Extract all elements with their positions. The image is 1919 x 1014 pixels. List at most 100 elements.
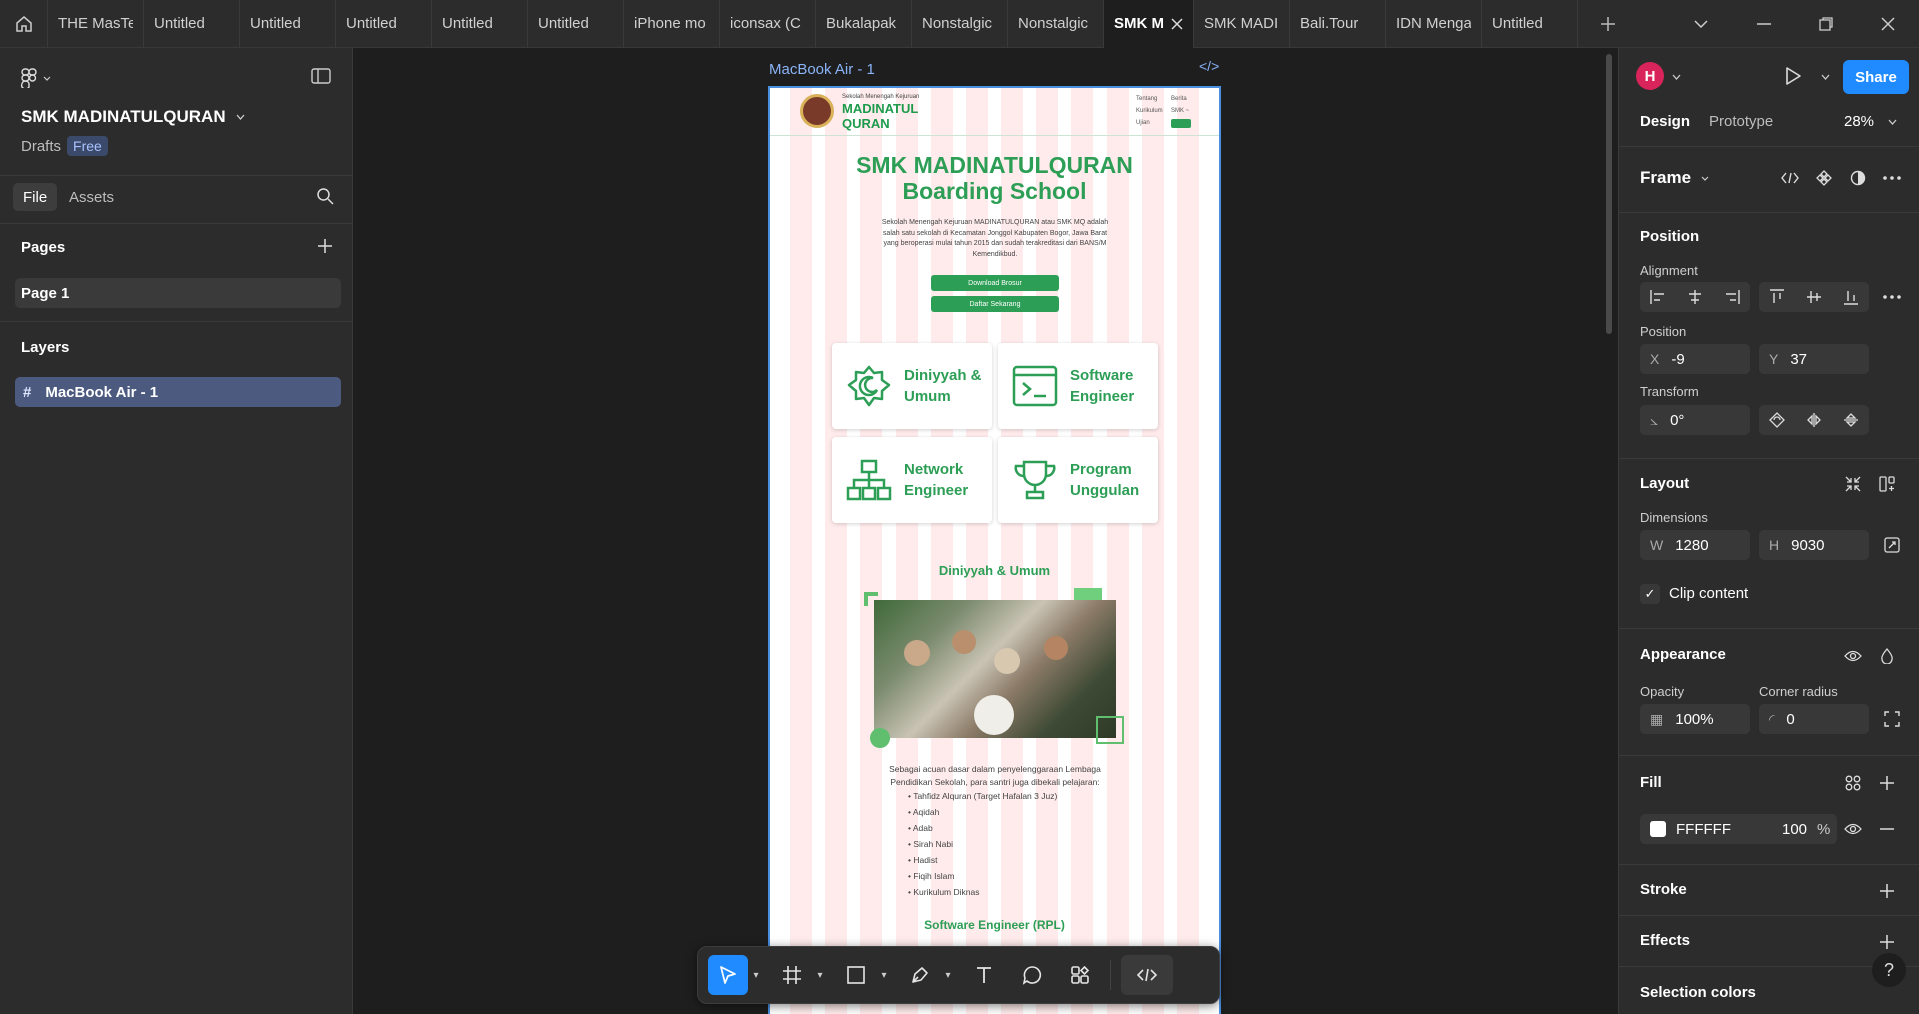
more-options-button[interactable] xyxy=(1878,164,1906,192)
shape-tool-button[interactable] xyxy=(836,955,876,995)
align-center-icon[interactable] xyxy=(1687,290,1703,304)
chevron-down-icon[interactable]: ▾ xyxy=(876,955,892,995)
restore-button[interactable] xyxy=(1795,0,1857,48)
corner-radius-input[interactable]: ◜ 0 xyxy=(1759,704,1869,734)
actions-tool-button[interactable] xyxy=(1060,955,1100,995)
y-position-input[interactable]: Y 37 xyxy=(1759,344,1869,374)
chevron-down-icon[interactable]: ▾ xyxy=(748,955,764,995)
divider xyxy=(1619,458,1919,459)
tab-file-9[interactable]: Nonstalgic xyxy=(912,0,1008,48)
toggle-sidebar-button[interactable] xyxy=(311,68,331,84)
color-swatch[interactable] xyxy=(1650,821,1666,837)
mask-button[interactable] xyxy=(1844,164,1872,192)
main-menu-button[interactable] xyxy=(21,68,51,88)
tab-file-10[interactable]: Nonstalgic xyxy=(1008,0,1104,48)
tab-file-12[interactable]: SMK MADI xyxy=(1194,0,1290,48)
add-page-button[interactable] xyxy=(317,238,333,254)
align-right-icon[interactable] xyxy=(1724,290,1740,304)
component-button[interactable] xyxy=(1810,164,1838,192)
tab-file-8[interactable]: Bukalapak xyxy=(816,0,912,48)
tab-file-14[interactable]: IDN Menga xyxy=(1386,0,1482,48)
tab-file-7[interactable]: iconsax (C xyxy=(720,0,816,48)
frame-type-dropdown[interactable]: Frame xyxy=(1640,168,1709,188)
tab-prototype[interactable]: Prototype xyxy=(1709,113,1773,130)
chevron-down-icon[interactable] xyxy=(1672,74,1681,80)
add-stroke-button[interactable] xyxy=(1873,877,1901,905)
collapse-layout-button[interactable] xyxy=(1839,470,1867,498)
avatar[interactable]: H xyxy=(1636,62,1664,90)
frame-macbook-air[interactable]: Sekolah Menengah Kejuruan MADINATUL QURA… xyxy=(768,86,1221,1014)
present-button[interactable] xyxy=(1784,66,1802,86)
project-title-button[interactable]: SMK MADINATULQURAN xyxy=(21,107,245,127)
rotation-input[interactable]: ⦣ 0° xyxy=(1640,405,1750,435)
independent-corners-button[interactable] xyxy=(1878,705,1906,733)
toggle-visibility-button[interactable] xyxy=(1839,642,1867,670)
frame-tool-button[interactable] xyxy=(772,955,812,995)
flip-vertical-icon[interactable] xyxy=(1843,412,1859,428)
tab-file-6[interactable]: iPhone mo xyxy=(624,0,720,48)
zoom-control[interactable]: 28% xyxy=(1844,113,1897,130)
comment-tool-button[interactable] xyxy=(1012,955,1052,995)
share-button[interactable]: Share xyxy=(1843,60,1909,94)
help-button[interactable]: ? xyxy=(1872,953,1906,987)
code-view-button[interactable] xyxy=(1776,164,1804,192)
chevron-down-icon[interactable] xyxy=(1821,74,1830,80)
tab-file-4[interactable]: Untitled xyxy=(432,0,528,48)
tab-overflow-button[interactable] xyxy=(1670,0,1732,48)
search-layers-button[interactable] xyxy=(316,187,334,205)
chevron-down-icon[interactable]: ▾ xyxy=(812,955,828,995)
more-alignment-button[interactable] xyxy=(1878,283,1906,311)
align-bottom-icon[interactable] xyxy=(1843,289,1858,305)
tab-file-active[interactable]: SMK M xyxy=(1104,0,1194,48)
drafts-label[interactable]: Drafts xyxy=(21,138,61,155)
canvas[interactable]: MacBook Air - 1 </> Sekolah Menengah Kej… xyxy=(354,48,1618,1014)
layer-item-macbook-air[interactable]: # MacBook Air - 1 xyxy=(15,377,341,407)
tab-design[interactable]: Design xyxy=(1640,113,1690,130)
tab-file-3[interactable]: Untitled xyxy=(336,0,432,48)
close-window-button[interactable] xyxy=(1857,0,1919,48)
auto-layout-icon xyxy=(1879,476,1895,492)
toggle-fill-visibility-button[interactable] xyxy=(1839,815,1867,843)
clip-content-checkbox[interactable]: ✓ xyxy=(1640,584,1660,604)
plan-badge[interactable]: Free xyxy=(67,136,108,156)
new-tab-button[interactable] xyxy=(1578,0,1638,48)
chevron-down-icon[interactable]: ▾ xyxy=(940,955,956,995)
constrain-proportions-button[interactable] xyxy=(1878,531,1906,559)
width-input[interactable]: W 1280 xyxy=(1640,530,1750,560)
tab-file-15[interactable]: Untitled xyxy=(1482,0,1578,48)
tab-file-2[interactable]: Untitled xyxy=(240,0,336,48)
blend-mode-button[interactable] xyxy=(1873,642,1901,670)
auto-layout-button[interactable] xyxy=(1873,470,1901,498)
flip-horizontal-icon[interactable] xyxy=(1806,412,1822,428)
fill-color-input[interactable]: FFFFFF 100 % xyxy=(1640,814,1837,844)
remove-fill-button[interactable] xyxy=(1873,815,1901,843)
add-effect-button[interactable] xyxy=(1873,928,1901,956)
rotate-icon[interactable] xyxy=(1769,412,1786,428)
minimize-button[interactable] xyxy=(1733,0,1795,48)
pen-tool-button[interactable] xyxy=(900,955,940,995)
opacity-input[interactable]: ▦ 100% xyxy=(1640,704,1750,734)
align-middle-icon[interactable] xyxy=(1806,289,1821,305)
tab-file-1[interactable]: Untitled xyxy=(144,0,240,48)
tab-file[interactable]: File xyxy=(13,183,58,211)
text-tool-button[interactable] xyxy=(964,955,1004,995)
align-top-icon[interactable] xyxy=(1770,289,1785,305)
add-fill-button[interactable] xyxy=(1873,769,1901,797)
tab-file-13[interactable]: Bali.Tour xyxy=(1290,0,1386,48)
height-input[interactable]: H 9030 xyxy=(1759,530,1869,560)
home-button[interactable] xyxy=(0,0,48,48)
tab-file-5[interactable]: Untitled xyxy=(528,0,624,48)
align-left-icon[interactable] xyxy=(1650,290,1666,304)
frame-label[interactable]: MacBook Air - 1 xyxy=(769,61,875,78)
fill-styles-button[interactable] xyxy=(1839,769,1867,797)
dev-mode-badge[interactable]: </> xyxy=(1199,58,1219,74)
tab-assets[interactable]: Assets xyxy=(59,183,124,211)
x-position-input[interactable]: X -9 xyxy=(1640,344,1750,374)
move-tool-button[interactable] xyxy=(708,955,748,995)
dev-mode-toggle[interactable] xyxy=(1121,955,1173,995)
close-icon[interactable] xyxy=(1171,17,1183,30)
page-item-1[interactable]: Page 1 xyxy=(15,278,341,308)
alignment-label: Alignment xyxy=(1640,263,1698,278)
tab-file-0[interactable]: THE MasTe xyxy=(48,0,144,48)
canvas-scrollbar[interactable] xyxy=(1606,54,1612,334)
